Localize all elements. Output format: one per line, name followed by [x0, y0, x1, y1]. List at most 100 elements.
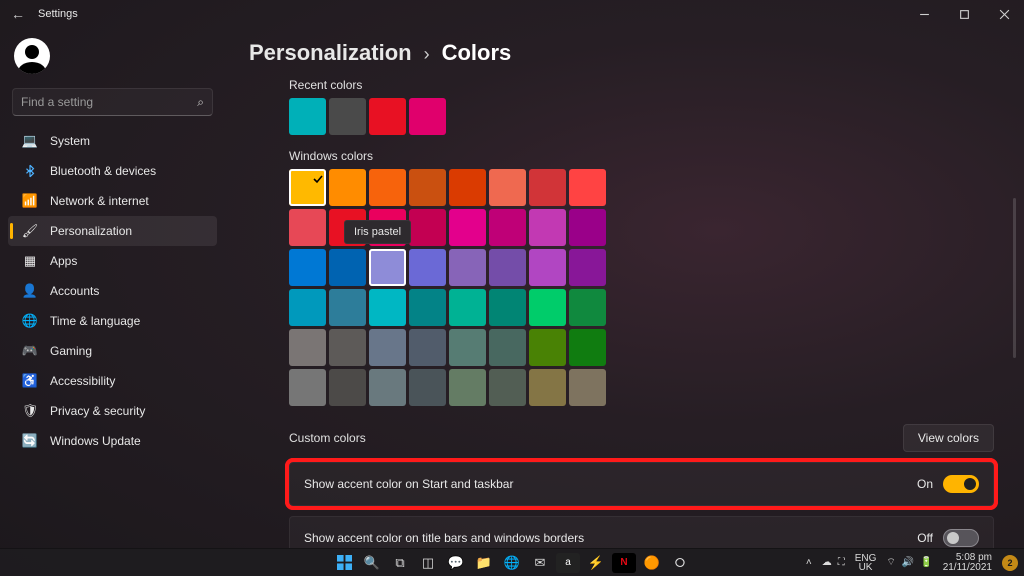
color-swatch[interactable]: [369, 329, 406, 366]
color-swatch[interactable]: [289, 369, 326, 406]
color-swatch[interactable]: [409, 98, 446, 135]
color-swatch[interactable]: [289, 98, 326, 135]
language-indicator[interactable]: ENGUK: [855, 554, 877, 572]
color-swatch[interactable]: [529, 329, 566, 366]
color-swatch[interactable]: [289, 329, 326, 366]
color-swatch[interactable]: [449, 369, 486, 406]
system-tray[interactable]: ☁ ⛶: [822, 557, 845, 568]
chat-icon[interactable]: 💬: [444, 553, 468, 573]
widgets-icon[interactable]: ◫: [416, 553, 440, 573]
search-box[interactable]: ⌕: [12, 88, 213, 116]
color-swatch[interactable]: [369, 169, 406, 206]
mail-icon[interactable]: ✉: [528, 553, 552, 573]
task-view-icon[interactable]: ⧉: [388, 553, 412, 573]
color-swatch[interactable]: [529, 289, 566, 326]
sidebar-item-bluetooth-devices[interactable]: Bluetooth & devices: [8, 156, 217, 186]
tray-chevron-icon[interactable]: ˄: [806, 557, 812, 568]
color-swatch[interactable]: [289, 209, 326, 246]
sidebar-item-gaming[interactable]: 🎮Gaming: [8, 336, 217, 366]
explorer-icon[interactable]: 📁: [472, 553, 496, 573]
start-button[interactable]: [332, 553, 356, 573]
sidebar-item-system[interactable]: 💻System: [8, 126, 217, 156]
color-swatch[interactable]: [569, 329, 606, 366]
color-swatch[interactable]: [569, 169, 606, 206]
setting-accent-titlebars[interactable]: Show accent color on title bars and wind…: [289, 516, 994, 548]
sidebar-item-privacy-security[interactable]: 🛡Privacy & security: [8, 396, 217, 426]
color-swatch[interactable]: [529, 249, 566, 286]
close-button[interactable]: [984, 0, 1024, 28]
color-swatch[interactable]: [489, 329, 526, 366]
breadcrumb-parent[interactable]: Personalization: [249, 40, 412, 66]
color-swatch[interactable]: [409, 329, 446, 366]
maximize-button[interactable]: [944, 0, 984, 28]
sidebar-item-apps[interactable]: ▦Apps: [8, 246, 217, 276]
back-button[interactable]: ←: [8, 6, 28, 22]
app-netflix-icon[interactable]: N: [612, 553, 636, 573]
color-swatch[interactable]: [489, 169, 526, 206]
color-swatch[interactable]: [449, 249, 486, 286]
color-swatch[interactable]: [449, 209, 486, 246]
color-swatch[interactable]: [369, 98, 406, 135]
app-winamp-icon[interactable]: ⚡: [584, 553, 608, 573]
color-swatch[interactable]: [329, 169, 366, 206]
sidebar-item-accounts[interactable]: 👤Accounts: [8, 276, 217, 306]
color-swatch[interactable]: [569, 369, 606, 406]
view-colors-button[interactable]: View colors: [903, 424, 994, 452]
setting-accent-start-taskbar[interactable]: Show accent color on Start and taskbar O…: [289, 462, 994, 506]
app-circle-icon[interactable]: ⭘: [668, 553, 692, 573]
sidebar-item-time-language[interactable]: 🌐Time & language: [8, 306, 217, 336]
color-swatch[interactable]: [569, 209, 606, 246]
color-swatch[interactable]: [369, 369, 406, 406]
sidebar-item-accessibility[interactable]: ♿Accessibility: [8, 366, 217, 396]
scrollbar[interactable]: [1012, 78, 1016, 548]
tray-app-icon[interactable]: ⛶: [838, 557, 845, 568]
color-swatch[interactable]: [329, 329, 366, 366]
color-swatch[interactable]: [569, 289, 606, 326]
onedrive-icon[interactable]: ☁: [822, 557, 832, 568]
search-input[interactable]: [21, 95, 197, 109]
color-swatch[interactable]: [409, 369, 446, 406]
color-swatch[interactable]: [289, 169, 326, 206]
color-swatch[interactable]: [369, 289, 406, 326]
color-swatch[interactable]: [529, 369, 566, 406]
quick-settings[interactable]: ⌔ 🔊 🔋: [886, 556, 932, 569]
check-icon: [313, 171, 323, 181]
color-swatch[interactable]: [289, 249, 326, 286]
color-swatch[interactable]: [489, 249, 526, 286]
color-swatch[interactable]: [489, 289, 526, 326]
color-swatch[interactable]: [329, 98, 366, 135]
color-swatch[interactable]: [529, 169, 566, 206]
edge-icon[interactable]: 🌐: [500, 553, 524, 573]
search-taskbar-icon[interactable]: 🔍: [360, 553, 384, 573]
color-swatch[interactable]: [529, 209, 566, 246]
color-swatch[interactable]: [409, 209, 446, 246]
chrome-icon[interactable]: 🟠: [640, 553, 664, 573]
nav-icon: 🌐: [22, 313, 38, 329]
clock[interactable]: 5:08 pm21/11/2021: [943, 553, 992, 573]
nav-icon: 🎮: [22, 343, 38, 359]
color-swatch[interactable]: [449, 289, 486, 326]
color-swatch[interactable]: [409, 169, 446, 206]
color-swatch[interactable]: [329, 369, 366, 406]
color-swatch[interactable]: [449, 169, 486, 206]
profile-block[interactable]: [8, 34, 217, 84]
color-swatch[interactable]: [489, 369, 526, 406]
scrollbar-thumb[interactable]: [1013, 198, 1016, 358]
notification-badge[interactable]: 2: [1002, 555, 1018, 571]
color-swatch[interactable]: [569, 249, 606, 286]
toggle-switch[interactable]: [943, 475, 979, 493]
sidebar-item-personalization[interactable]: 🖌Personalization: [8, 216, 217, 246]
app-amazon-icon[interactable]: a: [556, 553, 580, 573]
color-swatch[interactable]: [289, 289, 326, 326]
color-swatch[interactable]: [489, 209, 526, 246]
color-swatch[interactable]: [449, 329, 486, 366]
minimize-button[interactable]: [904, 0, 944, 28]
color-swatch[interactable]: [329, 249, 366, 286]
color-swatch[interactable]: [369, 249, 406, 286]
color-swatch[interactable]: [329, 289, 366, 326]
color-swatch[interactable]: [409, 289, 446, 326]
sidebar-item-windows-update[interactable]: 🔄Windows Update: [8, 426, 217, 456]
sidebar-item-network-internet[interactable]: 📶Network & internet: [8, 186, 217, 216]
toggle-switch[interactable]: [943, 529, 979, 547]
color-swatch[interactable]: [409, 249, 446, 286]
